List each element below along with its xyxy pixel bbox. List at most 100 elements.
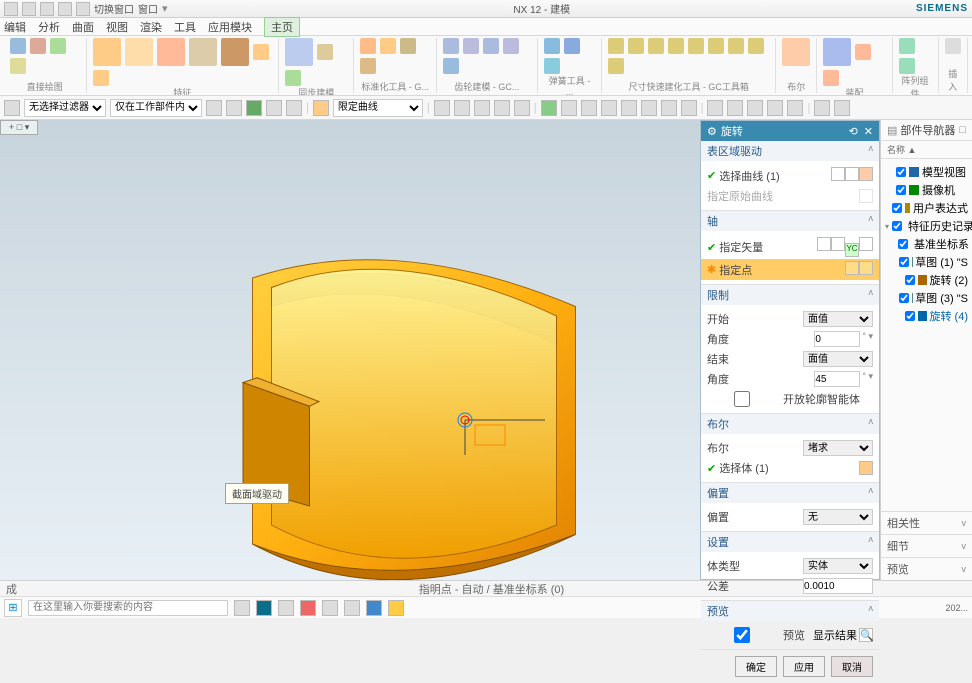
vec-opt3-icon[interactable]: [859, 237, 873, 251]
pt-opt2-icon[interactable]: [859, 261, 873, 275]
line-icon[interactable]: [10, 38, 26, 54]
pt-opt1-icon[interactable]: [845, 261, 859, 275]
ptn1-icon[interactable]: [899, 38, 915, 54]
spring3-icon[interactable]: [544, 58, 560, 74]
selection-filter[interactable]: 无选择过滤器: [24, 99, 106, 117]
tree-item[interactable]: 旋转 (4): [885, 307, 968, 325]
show-result-icon[interactable]: 🔍: [859, 628, 873, 642]
dim7-icon[interactable]: [728, 38, 744, 54]
blend-icon[interactable]: [93, 70, 109, 86]
section-offset[interactable]: 偏置ʌ: [701, 483, 879, 503]
start-angle[interactable]: [814, 331, 860, 347]
ptn2-icon[interactable]: [899, 58, 915, 74]
tree-item[interactable]: 草图 (1) "S: [885, 253, 968, 271]
section-bool[interactable]: 布尔ʌ: [701, 414, 879, 434]
delete-face-icon[interactable]: [317, 44, 333, 60]
snap3-icon[interactable]: [581, 100, 597, 116]
std3-icon[interactable]: [400, 38, 416, 54]
insert-icon[interactable]: [945, 38, 961, 54]
tree-checkbox[interactable]: [892, 221, 902, 231]
tree-item[interactable]: 旋转 (2): [885, 271, 968, 289]
tb10-icon[interactable]: [494, 100, 510, 116]
dim5-icon[interactable]: [688, 38, 704, 54]
dim4-icon[interactable]: [668, 38, 684, 54]
tree-item[interactable]: 用户表达式: [885, 199, 968, 217]
tray-time[interactable]: 202...: [945, 603, 968, 613]
dim8-icon[interactable]: [748, 38, 764, 54]
vec-opt2-icon[interactable]: [831, 237, 845, 251]
section-curve[interactable]: 表区域驱动ʌ: [701, 141, 879, 161]
tb9-icon[interactable]: [474, 100, 490, 116]
tb11-icon[interactable]: [514, 100, 530, 116]
section-settings[interactable]: 设置ʌ: [701, 532, 879, 552]
ok-button[interactable]: 确定: [735, 656, 777, 677]
tab-home[interactable]: 主页: [264, 17, 300, 37]
chamfer-icon[interactable]: [253, 44, 269, 60]
snap11-icon[interactable]: [747, 100, 763, 116]
tab-tools[interactable]: 工具: [174, 19, 196, 35]
tb4-icon[interactable]: [266, 100, 282, 116]
asm1-icon[interactable]: [855, 44, 871, 60]
tab-surface[interactable]: 曲面: [72, 19, 94, 35]
qat-redo-icon[interactable]: [58, 2, 72, 16]
acc-detail[interactable]: 细节v: [881, 534, 972, 557]
shell-icon[interactable]: [221, 38, 249, 66]
start-mode[interactable]: 面值: [803, 311, 873, 327]
qat-save-icon[interactable]: [22, 2, 36, 16]
apply-button[interactable]: 应用: [783, 656, 825, 677]
vector-handle[interactable]: [455, 405, 555, 465]
snap15-icon[interactable]: [834, 100, 850, 116]
qat-window[interactable]: 窗口: [138, 1, 158, 16]
dim6-icon[interactable]: [708, 38, 724, 54]
unite-icon[interactable]: [782, 38, 810, 66]
revolve-icon[interactable]: [125, 38, 153, 66]
dim9-icon[interactable]: [608, 58, 624, 74]
cancel-button[interactable]: 取消: [831, 656, 873, 677]
spline-icon[interactable]: [10, 58, 26, 74]
tab-application[interactable]: 应用模块: [208, 19, 252, 35]
tree-checkbox[interactable]: [899, 257, 909, 267]
std4-icon[interactable]: [360, 58, 376, 74]
sketch-icon[interactable]: [859, 167, 873, 181]
tree-checkbox[interactable]: [898, 239, 908, 249]
gear1-icon[interactable]: [443, 38, 459, 54]
search-input[interactable]: [28, 600, 228, 616]
qat-switch-window[interactable]: 切换窗口: [94, 1, 134, 16]
spring2-icon[interactable]: [564, 38, 580, 54]
tree-item[interactable]: 草图 (3) "S: [885, 289, 968, 307]
tree-item[interactable]: ▾特征历史记录: [885, 217, 968, 235]
curve-filter[interactable]: 限定曲线: [333, 99, 423, 117]
dialog-header[interactable]: ⚙旋转 ⟲✕: [701, 121, 879, 141]
feature-tree[interactable]: 模型视图摄像机用户表达式▾特征历史记录基准坐标系草图 (1) "S旋转 (2)草…: [881, 159, 972, 339]
snap14-icon[interactable]: [814, 100, 830, 116]
pattern-icon[interactable]: [189, 38, 217, 66]
snap9-icon[interactable]: [707, 100, 723, 116]
tb6-icon[interactable]: [313, 100, 329, 116]
selection-scope[interactable]: 仅在工作部件内: [110, 99, 202, 117]
tree-checkbox[interactable]: [905, 275, 915, 285]
section-limit[interactable]: 限制ʌ: [701, 285, 879, 305]
body-type[interactable]: 实体: [803, 558, 873, 574]
spring1-icon[interactable]: [544, 38, 560, 54]
curve-opt1-icon[interactable]: [831, 167, 845, 181]
extrude-icon[interactable]: [93, 38, 121, 66]
asm2-icon[interactable]: [823, 70, 839, 86]
tree-checkbox[interactable]: [896, 185, 906, 195]
dim1-icon[interactable]: [608, 38, 624, 54]
close-icon[interactable]: ✕: [864, 126, 873, 138]
circle-icon[interactable]: [50, 38, 66, 54]
snap12-icon[interactable]: [767, 100, 783, 116]
qat-copy-icon[interactable]: [76, 2, 90, 16]
tb7-icon[interactable]: [434, 100, 450, 116]
task6-icon[interactable]: [344, 600, 360, 616]
std1-icon[interactable]: [360, 38, 376, 54]
std2-icon[interactable]: [380, 38, 396, 54]
viewport-tab[interactable]: + □ ▾: [0, 120, 38, 135]
acc-preview[interactable]: 预览v: [881, 557, 972, 580]
gear5-icon[interactable]: [443, 58, 459, 74]
task1-icon[interactable]: [234, 600, 250, 616]
yc-axis-icon[interactable]: YC: [845, 243, 859, 257]
task8-icon[interactable]: [388, 600, 404, 616]
tab-render[interactable]: 渲染: [140, 19, 162, 35]
snap7-icon[interactable]: [661, 100, 677, 116]
